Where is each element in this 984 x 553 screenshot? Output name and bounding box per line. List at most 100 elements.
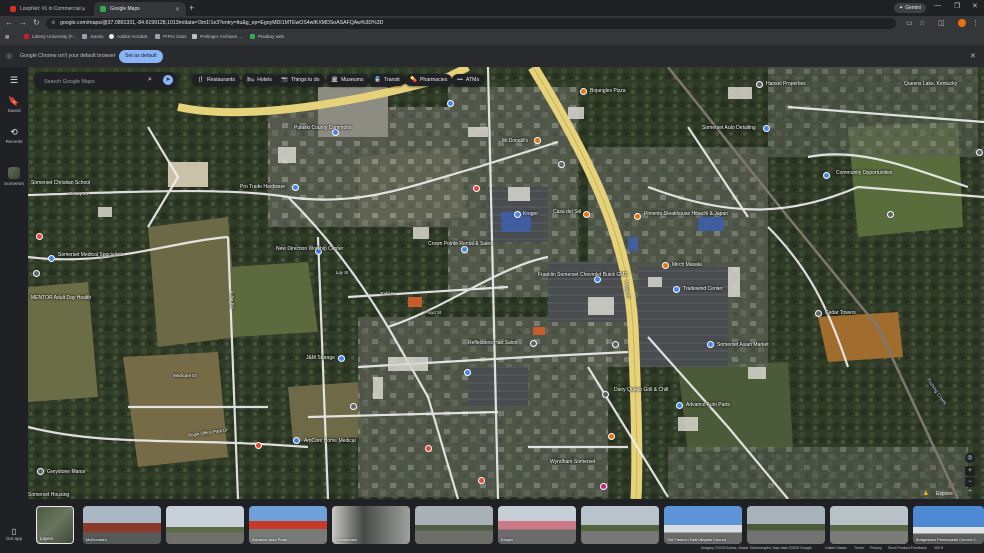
place-label[interactable]: Reflections Hair Salon (468, 340, 517, 346)
bookmark-item[interactable]: Pixabay web (250, 34, 284, 39)
search-input[interactable] (42, 75, 146, 88)
apps-grid-icon[interactable]: ▦ (5, 34, 9, 40)
recent-place-somerset[interactable]: Somerset (0, 167, 28, 186)
chip-pharmacies[interactable]: 💊 Pharmacies (405, 74, 453, 86)
place-label[interactable]: Franklin Somerset Chevrolet Buick GMC (538, 272, 628, 278)
place-pin[interactable] (514, 211, 521, 218)
get-app-button[interactable]: ▯ Get app (0, 527, 28, 541)
place-label[interactable]: Queens Lake, Kentucky (904, 81, 957, 87)
place-label[interactable]: Crown Pointe Rental & Sales (428, 241, 492, 247)
place-pin[interactable] (887, 211, 894, 218)
photo-card[interactable]: Advance Auto Parts (249, 506, 327, 544)
place-label[interactable]: McDonald's (502, 138, 528, 144)
window-close-icon[interactable]: ✕ (972, 2, 978, 10)
place-label[interactable]: Pulaski County Commons (294, 125, 352, 131)
photo-card[interactable] (747, 506, 825, 544)
privacy-link[interactable]: Privacy (870, 546, 882, 550)
place-pin[interactable] (673, 286, 680, 293)
place-pin[interactable] (37, 468, 44, 475)
place-pin[interactable] (461, 246, 468, 253)
place-pin[interactable] (763, 125, 770, 132)
install-app-icon[interactable]: ▭ (906, 19, 913, 27)
place-label[interactable]: Community Opportunities (836, 170, 892, 176)
place-pin[interactable] (255, 442, 262, 449)
scale-label[interactable]: 200 ft (934, 546, 943, 550)
restore-icon[interactable]: ❐ (954, 2, 960, 10)
chip-hotels[interactable]: 🛏 Hotels (242, 74, 277, 86)
photo-card[interactable]: Kroger (498, 506, 576, 544)
place-label[interactable]: Somerset Housing (28, 492, 69, 498)
place-label[interactable]: Tradewind Center (683, 286, 723, 292)
place-label[interactable]: Pro Trade Hardware (240, 184, 285, 190)
place-pin[interactable] (425, 445, 432, 452)
search-icon[interactable]: ⌕ (148, 76, 152, 84)
place-label[interactable]: Cedar Towers (825, 310, 856, 316)
close-tab-icon[interactable]: ✕ (175, 6, 180, 13)
forward-arrow-icon[interactable]: → (19, 18, 27, 27)
set-default-button[interactable]: Set as default (119, 50, 163, 63)
bookmark-item[interactable]: Adobe Acrobat (109, 34, 147, 39)
place-label[interactable]: Hansel Properties (766, 81, 806, 87)
terms-link[interactable]: Terms (854, 546, 864, 550)
place-pin[interactable] (292, 184, 299, 191)
place-label[interactable]: Somerset Medical Specialists (58, 252, 123, 258)
tab-google-maps[interactable]: Google Maps ✕ (94, 2, 186, 16)
place-pin[interactable] (464, 369, 471, 376)
zoom-in-button[interactable]: + (965, 466, 975, 476)
close-tab-icon[interactable]: ✕ (81, 6, 86, 13)
place-label[interactable]: Kroger (523, 211, 538, 217)
place-pin[interactable] (530, 340, 537, 347)
layers-button[interactable]: Layers (36, 506, 74, 544)
bookmark-item[interactable]: PrPro class (155, 34, 187, 39)
photo-card[interactable] (415, 506, 493, 544)
place-pin[interactable] (583, 211, 590, 218)
saved-button[interactable]: 🔖 Saved (0, 96, 28, 113)
bookmark-item[interactable]: Jaredc (82, 34, 104, 39)
directions-icon[interactable]: ➤ (163, 75, 173, 85)
photo-card[interactable] (581, 506, 659, 544)
place-label[interactable]: Somerset Asian Market (717, 342, 769, 348)
place-pin[interactable] (662, 262, 669, 269)
place-pin[interactable] (676, 402, 683, 409)
place-label[interactable]: Mirch Masala (672, 262, 702, 268)
place-label[interactable]: Bojangles Pizza (590, 88, 626, 94)
chip-restaurants[interactable]: 🍴 Restaurants (192, 74, 240, 86)
feedback-link[interactable]: Send Product Feedback (888, 546, 927, 550)
place-pin[interactable] (600, 483, 607, 490)
place-label[interactable]: MENTOR Adult Day Health (31, 295, 91, 301)
place-pin[interactable] (756, 81, 763, 88)
place-pin[interactable] (823, 172, 830, 179)
chip-things-to-do[interactable]: 📷 Things to do (276, 74, 325, 86)
chip-museums[interactable]: 🏛 Museums (326, 74, 369, 86)
site-info-icon[interactable]: ⚙ (51, 18, 55, 29)
place-pin[interactable] (48, 255, 55, 262)
place-label[interactable]: Somerset Auto Detailing (702, 125, 756, 131)
place-pin[interactable] (634, 213, 641, 220)
photo-card[interactable]: Old Fashion Faith Baptist Church (664, 506, 742, 544)
side-panel-icon[interactable]: ◫ (938, 19, 945, 27)
photo-card[interactable] (166, 506, 244, 544)
place-label[interactable]: Dairy Queen Grill & Chill (614, 387, 668, 393)
place-label[interactable]: Pimento Steakhouse Hibachi & Japan (644, 211, 728, 217)
place-pin[interactable] (447, 100, 454, 107)
photo-card[interactable]: Greenhouse (332, 506, 410, 544)
place-pin[interactable] (612, 341, 619, 348)
back-arrow-icon[interactable]: ← (5, 18, 13, 27)
place-pin[interactable] (580, 88, 587, 95)
menu-hamburger-icon[interactable]: ☰ (0, 75, 28, 87)
place-pin[interactable] (293, 437, 300, 444)
place-label[interactable]: Advance Auto Parts (686, 402, 730, 408)
place-pin[interactable] (36, 233, 43, 240)
recents-button[interactable]: ⟲ Recents (0, 127, 28, 144)
place-pin[interactable] (976, 149, 983, 156)
satellite-map[interactable]: ⌕ ➤ 🍴Restaurants 🛏Hotels 📷Things to do 🏛… (28, 67, 984, 499)
menu-kebab-icon[interactable]: ⋮ (972, 19, 979, 27)
place-label[interactable]: Greystone Manor (47, 469, 86, 475)
expand-chevron-icon[interactable]: ⌃ (965, 488, 975, 498)
place-label[interactable]: Somerset Christian School (31, 180, 90, 186)
place-label[interactable]: Casa del Sol (553, 209, 581, 215)
photo-card[interactable]: Bridgetown Pentecostal Church C... (913, 506, 984, 544)
gemini-button[interactable]: ✦ Gemini (894, 3, 927, 13)
bookmark-item[interactable]: Prelinger Archives ... (192, 34, 242, 39)
place-pin[interactable] (33, 270, 40, 277)
